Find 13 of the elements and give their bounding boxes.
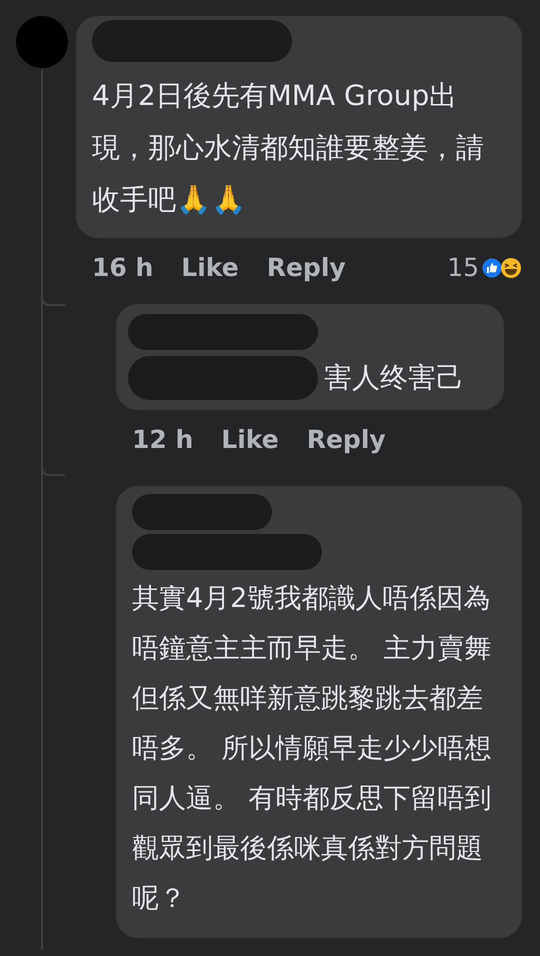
like-link[interactable]: Like (221, 421, 279, 459)
reply-link[interactable]: Reply (266, 249, 346, 287)
thumbs-up-icon (481, 257, 503, 279)
comment-text: 4月2日後先有MMA Group出現，那心水清都知誰要整姜，請收手吧🙏🙏 (92, 78, 485, 218)
timestamp: 12 h (132, 424, 194, 456)
reaction-count: 15 (447, 252, 479, 284)
avatar[interactable] (16, 16, 68, 68)
reply-link[interactable]: Reply (306, 421, 386, 459)
like-link[interactable]: Like (181, 249, 239, 287)
timestamp: 16 h (92, 252, 154, 284)
reply-text: 其實4月2號我都識人唔係因為唔鐘意主主而早走。 主力賣舞但係又無咩新意跳黎跳去都差唔多。 所以情願早走少少唔想同人逼。 有時都反思下留唔到觀眾到最後係咪真係對方問題呢？ (132, 582, 493, 916)
laughing-emoji-icon (500, 257, 522, 279)
reply-text: 害人终害己 (324, 360, 464, 396)
